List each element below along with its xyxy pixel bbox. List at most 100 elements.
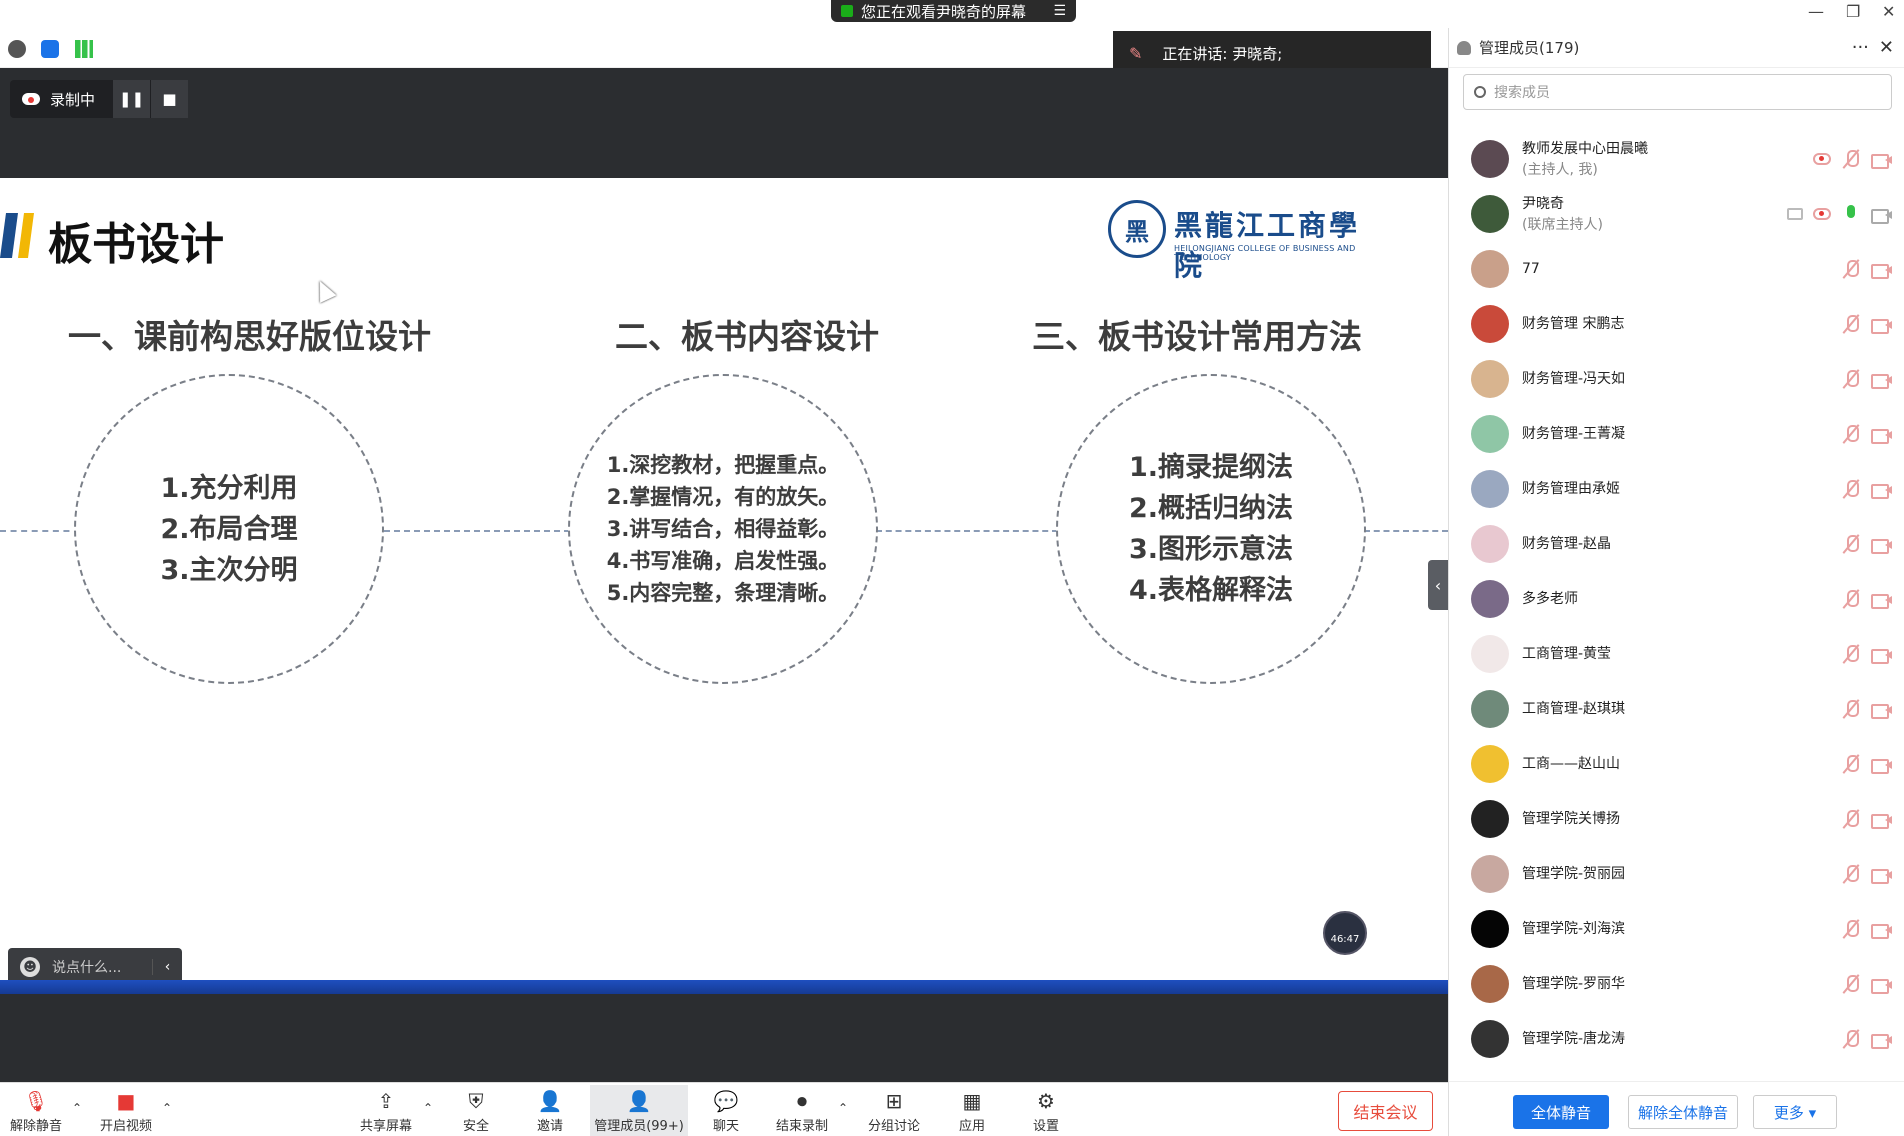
video-off-icon[interactable]	[1871, 977, 1893, 994]
video-off-icon[interactable]	[1871, 262, 1893, 279]
video-off-icon[interactable]	[1871, 537, 1893, 554]
member-row[interactable]: 管理学院关博扬	[1449, 791, 1904, 846]
mic-off-icon[interactable]	[1841, 974, 1861, 994]
mic-off-icon[interactable]	[1841, 479, 1861, 499]
start-video-button[interactable]: ■ 开启视频	[90, 1085, 162, 1136]
share-options-icon[interactable]: ⌃	[423, 1101, 433, 1115]
cloud-record-icon[interactable]	[1813, 208, 1831, 220]
minimize-icon[interactable]: —	[1808, 2, 1824, 21]
share-screen-button[interactable]: ⇪ 共享屏幕	[350, 1085, 422, 1136]
mic-off-icon[interactable]	[1841, 754, 1861, 774]
emoji-icon[interactable]: ☻	[20, 957, 40, 977]
member-name: 多多老师	[1522, 590, 1578, 607]
member-row[interactable]: 尹晓奇 (联席主持人)	[1449, 186, 1904, 241]
video-off-icon[interactable]	[1871, 592, 1893, 609]
unmute-all-button[interactable]: 解除全体静音	[1628, 1095, 1738, 1129]
member-row[interactable]: 教师发展中心田晨曦 (主持人, 我)	[1449, 131, 1904, 186]
mic-off-icon[interactable]	[1841, 1029, 1861, 1049]
more-options-icon[interactable]: ···	[1852, 37, 1869, 58]
end-recording-button[interactable]: ⏺ 结束录制	[766, 1085, 838, 1136]
network-signal-icon[interactable]	[75, 40, 93, 58]
audio-options-icon[interactable]: ⌃	[72, 1101, 82, 1115]
member-row[interactable]: 财务管理由承姬	[1449, 461, 1904, 516]
mic-off-icon[interactable]	[1841, 534, 1861, 554]
video-off-icon[interactable]	[1871, 702, 1893, 719]
member-row[interactable]: 多多老师	[1449, 571, 1904, 626]
member-row[interactable]: 工商管理-黄莹	[1449, 626, 1904, 681]
connector-line	[384, 530, 570, 532]
mic-off-icon[interactable]	[1841, 149, 1861, 169]
mic-off-icon[interactable]	[1841, 314, 1861, 334]
member-name: 财务管理-冯天如	[1522, 370, 1626, 387]
mute-all-button[interactable]: 全体静音	[1513, 1095, 1609, 1129]
mic-off-icon[interactable]	[1841, 699, 1861, 719]
video-off-icon[interactable]	[1871, 922, 1893, 939]
end-meeting-button[interactable]: 结束会议	[1338, 1091, 1433, 1131]
participants-button[interactable]: 👤 管理成员(99+)	[590, 1085, 688, 1136]
video-off-icon[interactable]	[1871, 152, 1893, 169]
avatar	[1471, 689, 1509, 728]
chevron-left-icon[interactable]: ‹	[152, 959, 182, 975]
member-name: 财务管理由承姬	[1522, 480, 1620, 497]
video-options-icon[interactable]: ⌃	[162, 1101, 172, 1115]
section-2-item: 4.书写准确，启发性强。	[606, 549, 840, 573]
mic-off-icon[interactable]	[1841, 864, 1861, 884]
video-off-icon[interactable]	[1871, 647, 1893, 664]
screen-share-icon[interactable]	[1787, 208, 1803, 220]
shield-icon[interactable]	[41, 40, 59, 58]
security-button[interactable]: ⛨ 安全	[440, 1085, 512, 1136]
video-off-icon[interactable]	[1871, 1032, 1893, 1049]
member-row[interactable]: 工商——赵山山	[1449, 736, 1904, 791]
presentation-slide: 板书设计 黑 黑龍江工商學院 HEILONGJIANG COLLEGE OF B…	[0, 178, 1448, 980]
record-options-icon[interactable]: ⌃	[838, 1101, 848, 1115]
unmute-button[interactable]: 🎙 解除静音	[0, 1085, 72, 1136]
mic-off-icon[interactable]	[1841, 919, 1861, 939]
member-row[interactable]: 财务管理 宋鹏志	[1449, 296, 1904, 351]
video-off-icon[interactable]	[1871, 317, 1893, 334]
more-button[interactable]: 更多 ▾	[1753, 1095, 1837, 1129]
video-icon[interactable]	[1871, 207, 1893, 224]
mic-off-icon[interactable]	[1841, 589, 1861, 609]
mic-off-icon[interactable]	[1841, 644, 1861, 664]
invite-button[interactable]: 👤 邀请	[514, 1085, 586, 1136]
participants-label: 管理成员(99+)	[594, 1119, 684, 1134]
close-window-icon[interactable]: ✕	[1882, 2, 1895, 21]
cloud-record-icon[interactable]	[1813, 153, 1831, 165]
video-off-icon[interactable]	[1871, 867, 1893, 884]
member-row[interactable]: 财务管理-王菁凝	[1449, 406, 1904, 461]
member-row[interactable]: 管理学院-刘海滨	[1449, 901, 1904, 956]
mic-off-icon[interactable]	[1841, 809, 1861, 829]
share-menu-icon[interactable]: ☰	[1053, 3, 1066, 19]
mic-on-icon[interactable]	[1841, 204, 1861, 224]
video-off-icon[interactable]	[1871, 812, 1893, 829]
close-icon[interactable]: ✕	[1879, 37, 1894, 58]
member-row[interactable]: 77	[1449, 241, 1904, 296]
info-icon[interactable]	[8, 40, 26, 58]
mic-off-icon[interactable]	[1841, 424, 1861, 444]
avatar	[1471, 579, 1509, 618]
member-search-input[interactable]: 搜索成员	[1463, 74, 1892, 110]
screen-share-notice[interactable]: 您正在观看尹晓奇的屏幕 ☰	[831, 0, 1076, 22]
avatar	[1471, 194, 1509, 233]
member-row[interactable]: 管理学院-罗丽华	[1449, 956, 1904, 1011]
video-off-icon[interactable]	[1871, 482, 1893, 499]
member-row[interactable]: 财务管理-赵晶	[1449, 516, 1904, 571]
video-off-icon[interactable]	[1871, 372, 1893, 389]
video-off-icon[interactable]	[1871, 427, 1893, 444]
stop-recording-button[interactable]: ■	[150, 80, 188, 118]
settings-button[interactable]: ⚙ 设置	[1010, 1085, 1082, 1136]
member-row[interactable]: 财务管理-冯天如	[1449, 351, 1904, 406]
video-off-icon[interactable]	[1871, 757, 1893, 774]
member-row[interactable]: 工商管理-赵琪琪	[1449, 681, 1904, 736]
chat-button[interactable]: 💬 聊天	[690, 1085, 762, 1136]
mic-off-icon[interactable]	[1841, 259, 1861, 279]
pause-recording-button[interactable]: ❚❚	[112, 80, 150, 118]
member-row[interactable]: 管理学院-贺丽园	[1449, 846, 1904, 901]
breakout-rooms-button[interactable]: ⊞ 分组讨论	[858, 1085, 930, 1136]
participants-panel: 管理成员(179) ··· ✕ 搜索成员 教师发展中心田晨曦 (主持人, 我) 尹晓…	[1448, 28, 1904, 1136]
apps-button[interactable]: ▦ 应用	[936, 1085, 1008, 1136]
collapse-panel-button[interactable]: ‹	[1428, 560, 1448, 610]
mic-off-icon[interactable]	[1841, 369, 1861, 389]
restore-icon[interactable]: ❐	[1846, 2, 1860, 21]
member-row[interactable]: 管理学院-唐龙涛	[1449, 1011, 1904, 1066]
